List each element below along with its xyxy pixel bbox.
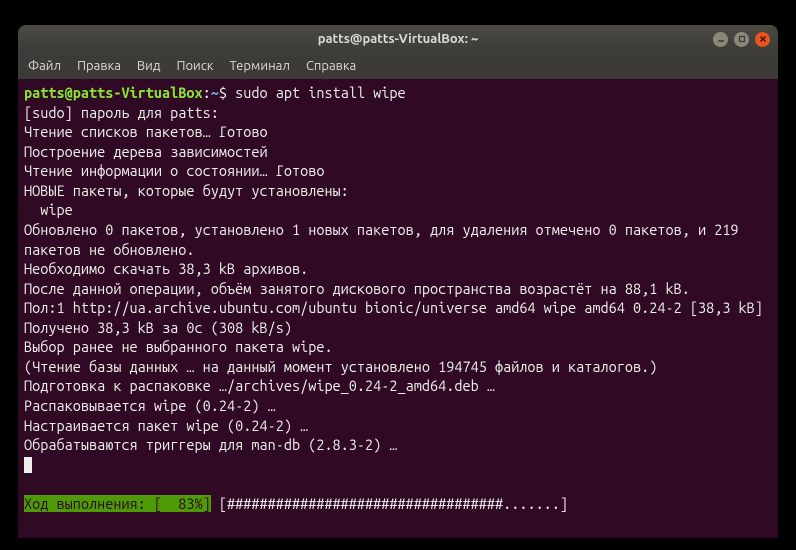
output-line: Выбор ранее не выбранного пакета wipe.: [24, 337, 772, 357]
output-line: Необходимо скачать 38,3 kB архивов.: [24, 259, 772, 279]
output-line: После данной операции, объём занятого ди…: [24, 279, 772, 299]
prompt-colon: :: [203, 84, 211, 101]
output-line: Настраивается пакет wipe (0.24-2) …: [24, 416, 772, 436]
output-line: Построение дерева зависимостей: [24, 142, 772, 162]
output-line: Получено 38,3 kB за 0с (308 kB/s): [24, 318, 772, 338]
menubar: Файл Правка Вид Поиск Терминал Справка: [18, 53, 778, 79]
terminal-content[interactable]: patts@patts-VirtualBox:~$ sudo apt insta…: [18, 79, 778, 538]
progress-bar: [##################################.....…: [211, 495, 568, 512]
output-line: Подготовка к распаковке …/archives/wipe_…: [24, 376, 772, 396]
command-text: sudo apt install wipe: [235, 84, 406, 101]
minimize-button[interactable]: [713, 32, 728, 47]
output-line: Обрабатываются триггеры для man-db (2.8.…: [24, 435, 772, 455]
progress-label: Ход выполнения: [ 83%]: [24, 495, 211, 512]
menu-view[interactable]: Вид: [137, 59, 161, 73]
menu-file[interactable]: Файл: [28, 59, 61, 73]
output-line: Обновлено 0 пакетов, установлено 1 новых…: [24, 220, 772, 259]
maximize-icon: [738, 35, 746, 43]
output-line: wipe: [24, 200, 772, 220]
prompt-symbol: $: [219, 84, 235, 101]
output-line: Распаковывается wipe (0.24-2) …: [24, 396, 772, 416]
menu-terminal[interactable]: Терминал: [229, 59, 289, 73]
close-icon: [759, 35, 767, 43]
close-button[interactable]: [755, 32, 770, 47]
prompt-path: ~: [211, 84, 219, 101]
output-line: НОВЫЕ пакеты, которые будут установлены:: [24, 181, 772, 201]
window-controls: [713, 32, 770, 47]
output-line: [sudo] пароль для patts:: [24, 103, 772, 123]
progress-line-wrap: Ход выполнения: [ 83%] [################…: [24, 494, 772, 514]
cursor-line: [24, 455, 772, 475]
window-title: patts@patts-VirtualBox: ~: [318, 32, 479, 46]
maximize-button[interactable]: [734, 32, 749, 47]
output-line: Чтение информации о состоянии… Готово: [24, 161, 772, 181]
menu-help[interactable]: Справка: [306, 59, 356, 73]
output-line: (Чтение базы данных … на данный момент у…: [24, 357, 772, 377]
minimize-icon: [717, 35, 725, 43]
output-line: Чтение списков пакетов… Готово: [24, 122, 772, 142]
menu-edit[interactable]: Правка: [77, 59, 121, 73]
menu-search[interactable]: Поиск: [176, 59, 213, 73]
cursor: [24, 457, 32, 473]
titlebar: patts@patts-VirtualBox: ~: [18, 25, 778, 53]
output-line: Пол:1 http://ua.archive.ubuntu.com/ubunt…: [24, 298, 772, 318]
prompt-user-host: patts@patts-VirtualBox: [24, 84, 203, 101]
terminal-window: patts@patts-VirtualBox: ~ Файл Правка Ви…: [18, 25, 778, 538]
prompt-line: patts@patts-VirtualBox:~$ sudo apt insta…: [24, 83, 772, 103]
